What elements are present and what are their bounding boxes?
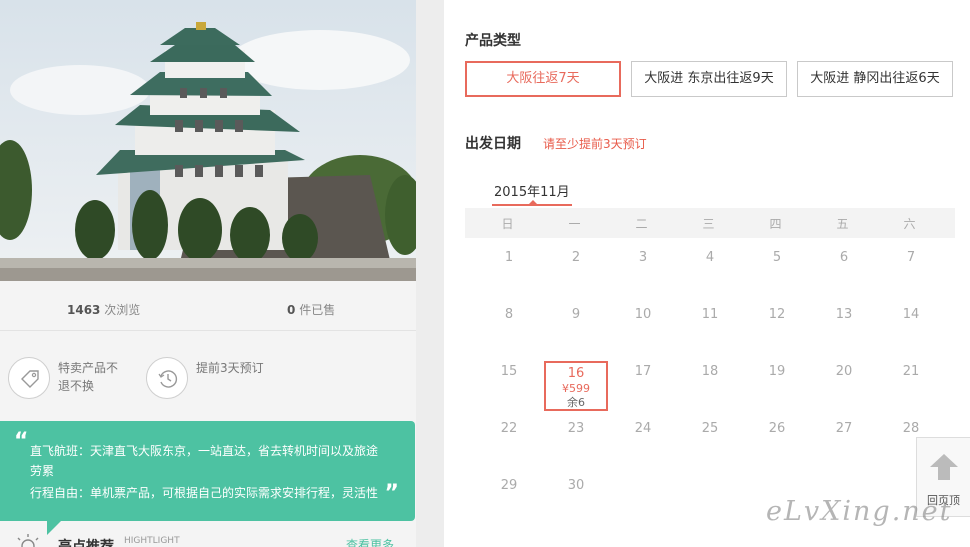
calendar-day: 9 — [571, 307, 581, 322]
sun-icon — [17, 534, 39, 547]
product-info-panel: 1463 次浏览 0 件已售 特卖产品不退不换 提前3天预订 “ 直飞航班：天津… — [0, 0, 416, 547]
tag-icon — [8, 357, 50, 399]
calendar-day: 30 — [567, 478, 585, 493]
calendar-day: 18 — [701, 364, 719, 379]
calendar-day: 19 — [768, 364, 786, 379]
description-line-1: 直飞航班：天津直飞大阪东京，一站直达，省去转机时间以及旅途劳累 — [30, 444, 379, 478]
calendar-day: 6 — [839, 250, 849, 265]
calendar-day: 7 — [906, 250, 916, 265]
weekday-label: 六 — [903, 217, 916, 231]
calendar-day: 10 — [634, 307, 652, 322]
views-stat: 1463 次浏览 — [67, 301, 140, 318]
clock-icon — [146, 357, 188, 399]
views-label: 次浏览 — [104, 303, 141, 317]
calendar-day: 15 — [500, 364, 518, 379]
product-stats: 1463 次浏览 0 件已售 — [0, 281, 416, 331]
calendar-day: 27 — [835, 421, 853, 436]
calendar-day: 25 — [701, 421, 719, 436]
sold-count: 0 — [287, 303, 296, 317]
calendar-day: 1 — [504, 250, 514, 265]
highlight-title: 亮点推荐 — [58, 539, 114, 547]
calendar-day: 3 — [638, 250, 648, 265]
calendar-day: 24 — [634, 421, 652, 436]
highlight-subtitle: HIGHTLIGHT — [124, 536, 180, 546]
highlight-header: 亮点推荐 HIGHTLIGHT 查看更多 — [0, 530, 416, 547]
open-quote-icon: “ — [14, 429, 29, 454]
calendar-day: 11 — [701, 307, 719, 322]
calendar-day: 21 — [902, 364, 920, 379]
product-type-option-osaka-7d[interactable]: 大阪往返7天 — [465, 61, 621, 97]
calendar-day: 4 — [705, 250, 715, 265]
arrow-up-icon — [930, 454, 958, 480]
product-photo — [0, 0, 416, 281]
sold-label: 件已售 — [299, 303, 336, 317]
feature-text: 提前3天预订 — [196, 361, 264, 375]
weekday-label: 日 — [501, 217, 514, 231]
calendar-day: 22 — [500, 421, 518, 436]
calendar-month-tab[interactable]: 2015年11月 — [494, 181, 570, 200]
available-day-stock: 余6 — [567, 396, 585, 409]
product-type-option-osaka-shizuoka-6d[interactable]: 大阪进 静冈出往返6天 — [797, 61, 953, 97]
product-description-quote: “ 直飞航班：天津直飞大阪东京，一站直达，省去转机时间以及旅途劳累 行程自由：单… — [0, 421, 415, 521]
calendar-day: 12 — [768, 307, 786, 322]
calendar-day: 5 — [772, 250, 782, 265]
available-day-number: 16 — [567, 366, 585, 381]
calendar-day: 23 — [567, 421, 585, 436]
available-day-price: ¥599 — [562, 382, 590, 395]
views-count: 1463 — [67, 303, 101, 317]
calendar-day: 26 — [768, 421, 786, 436]
booking-hint: 请至少提前3天预订 — [543, 137, 647, 151]
weekday-label: 一 — [568, 217, 581, 231]
calendar-weekday-header: 日 一 二 三 四 五 六 — [465, 208, 955, 238]
product-type-title: 产品类型 — [465, 33, 521, 49]
month-tab-caret — [529, 200, 537, 204]
weekday-label: 二 — [635, 217, 648, 231]
calendar-day: 2 — [571, 250, 581, 265]
booking-panel: 产品类型 大阪往返7天 大阪进 东京出往返9天 大阪进 静冈出往返6天 出发日期… — [444, 0, 970, 547]
calendar-day: 14 — [902, 307, 920, 322]
calendar-day: 29 — [500, 478, 518, 493]
calendar-day: 17 — [634, 364, 652, 379]
feature-text: 特卖产品不退不换 — [58, 361, 119, 393]
calendar-day: 13 — [835, 307, 853, 322]
description-line-2: 行程自由：单机票产品，可根据自己的实际需求安排行程，灵活性 — [30, 486, 379, 500]
calendar-day: 20 — [835, 364, 853, 379]
calendar-day: 8 — [504, 307, 514, 322]
product-type-option-osaka-tokyo-9d[interactable]: 大阪进 东京出往返9天 — [631, 61, 787, 97]
view-more-link[interactable]: 查看更多 — [346, 536, 394, 547]
departure-date-title: 出发日期 — [465, 136, 521, 152]
sold-stat: 0 件已售 — [287, 301, 335, 318]
month-tab-underline — [492, 204, 572, 206]
weekday-label: 三 — [702, 217, 715, 231]
close-quote-icon: ” — [384, 481, 399, 506]
weekday-label: 四 — [769, 217, 782, 231]
calendar-day-available[interactable]: 16 ¥599 余6 — [544, 361, 608, 411]
site-watermark: eLvXing.net — [766, 496, 953, 527]
weekday-label: 五 — [836, 217, 849, 231]
